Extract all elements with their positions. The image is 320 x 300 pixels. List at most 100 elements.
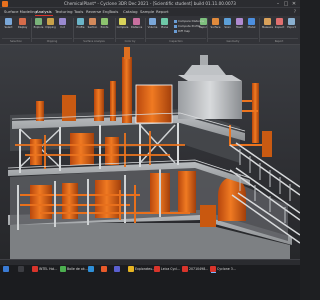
ribbon-group-label: Geometry (208, 38, 258, 44)
ribbon-separator (259, 18, 260, 42)
tab-tools-2[interactable]: Tools (108, 8, 119, 16)
maximize-button[interactable]: □ (283, 1, 289, 7)
lower-drum-body (218, 195, 246, 221)
ribbon-separator (115, 18, 116, 42)
compare-button[interactable]: Compare (117, 18, 128, 36)
ribbon-button-label: Select (4, 26, 13, 29)
tab-surface-modeling[interactable]: Surface Modeling (3, 8, 38, 16)
lower-vessel (178, 171, 196, 213)
tab-report[interactable]: Report (155, 8, 170, 16)
points-button[interactable]: Points (99, 18, 110, 36)
display-button[interactable]: Display (17, 18, 28, 36)
points-icon (101, 18, 108, 25)
tab-tools[interactable]: Tools (73, 8, 84, 16)
explorer-taskbar-icon (128, 266, 134, 272)
profile-icon (77, 18, 84, 25)
select-icon (5, 18, 12, 25)
compare-icon (119, 18, 126, 25)
taskbar-item[interactable] (18, 265, 28, 273)
tab-catalog[interactable]: Catalog (122, 8, 139, 16)
taskbar-item[interactable] (101, 265, 111, 273)
export-icon (288, 18, 295, 25)
taskbar-item[interactable]: INTEL Hol... (32, 265, 58, 273)
close-button[interactable]: ✕ (291, 1, 297, 7)
ribbon-button-label: Model (247, 26, 256, 29)
app-taskbar-icon (32, 266, 38, 272)
ribbon-button-label: Points (100, 26, 109, 29)
plant-model-render (7, 47, 300, 259)
volume-icon (149, 18, 156, 25)
minimize-button[interactable]: – (275, 1, 281, 7)
select-button[interactable]: Select (3, 18, 14, 36)
stack (252, 83, 259, 143)
cut-icon (59, 18, 66, 25)
ribbon-group-label: Color by (116, 38, 144, 44)
model-icon (248, 18, 255, 25)
distance-button[interactable]: Distance (131, 18, 142, 36)
ribbon-group-label: Report (260, 38, 298, 44)
ribbon-group-label: Surface Analysis (74, 38, 114, 44)
taskbar-item[interactable]: Cyclone 3... (210, 265, 236, 273)
ribbon-button-label: Plane (160, 26, 169, 29)
ribbon-row-item[interactable]: Compare Distance (174, 19, 204, 23)
taskbar-item-label: Leica Cycl... (161, 267, 181, 271)
display-icon (19, 18, 26, 25)
cut-button[interactable]: Cut (57, 18, 68, 36)
ribbon-group-label: Selection (2, 38, 30, 44)
tab-texturing[interactable]: Texturing (54, 8, 74, 16)
explore-icon (35, 18, 42, 25)
taskbar-item[interactable]: Leica Cycl... (154, 265, 180, 273)
plane-button[interactable]: Plane (159, 18, 170, 36)
windows-taskbar: INTEL Hol... Bolle de ok... Explorateu... L… (0, 265, 300, 300)
column-top (124, 47, 130, 59)
middle-vessel (105, 137, 119, 165)
mail-taskbar-icon (101, 266, 107, 272)
scan-icon (224, 18, 231, 25)
model-button[interactable]: Model (246, 18, 257, 36)
measure-icon (264, 18, 271, 25)
ribbon-group-label: Inspection (146, 38, 206, 44)
ribbon-separator (207, 18, 208, 42)
ribbon-row-item[interactable]: Compute Profile (174, 24, 200, 28)
ribbon-row-item[interactable]: Diff map (174, 29, 190, 33)
taskbar-item[interactable] (114, 265, 124, 273)
cyclone-taskbar-icon (210, 266, 216, 272)
ribbon-row-label: Compare Distance (178, 19, 204, 23)
lower-pump (200, 205, 216, 227)
ribbon-button-label: Distance (130, 26, 143, 29)
taskbar-item[interactable]: Explorateu... (128, 265, 156, 273)
taskbar-item[interactable]: Bolle de ok... (60, 265, 88, 273)
taskbar-item[interactable] (3, 265, 13, 273)
help-icon[interactable]: ? (294, 8, 296, 16)
export-button[interactable]: Export (286, 18, 297, 36)
search-taskbar-icon (3, 266, 9, 272)
ribbon-button-label: Export (287, 26, 296, 29)
tab-analysis[interactable]: Analysis (35, 8, 53, 16)
distillation-column (122, 57, 132, 123)
doc-taskbar-icon (182, 266, 188, 272)
right-vessel (262, 131, 272, 157)
taskbar-item-label: Explorateu... (135, 267, 156, 271)
taskbar-item-label: 20710498... (189, 267, 209, 271)
tab-sample[interactable]: Sample (139, 8, 155, 16)
3d-viewport[interactable] (0, 45, 300, 259)
ribbon-row-label: Diff map (178, 29, 190, 33)
middle-vessel (30, 139, 42, 165)
clipping-icon (47, 18, 54, 25)
edge-taskbar-icon (88, 266, 94, 272)
distance-icon (133, 18, 140, 25)
ribbon-separator (31, 18, 32, 42)
taskbar-item-label: INTEL Hol... (39, 267, 58, 271)
grey-tank-cap (184, 65, 226, 75)
ribbon-row-label: Compute Profile (178, 24, 201, 28)
plane-icon (161, 18, 168, 25)
inspect-icon (276, 18, 283, 25)
taskbar-item[interactable] (88, 265, 98, 273)
surface-icon (212, 18, 219, 25)
grey-tank-roof (178, 75, 242, 81)
ribbon-separator (145, 18, 146, 42)
taskbar-item-label: Cyclone 3... (217, 267, 236, 271)
taskbar-item[interactable]: 20710498... (182, 265, 208, 273)
leica-taskbar-icon (154, 266, 160, 272)
tab-reverse-eng[interactable]: Reverse Eng (85, 8, 111, 16)
